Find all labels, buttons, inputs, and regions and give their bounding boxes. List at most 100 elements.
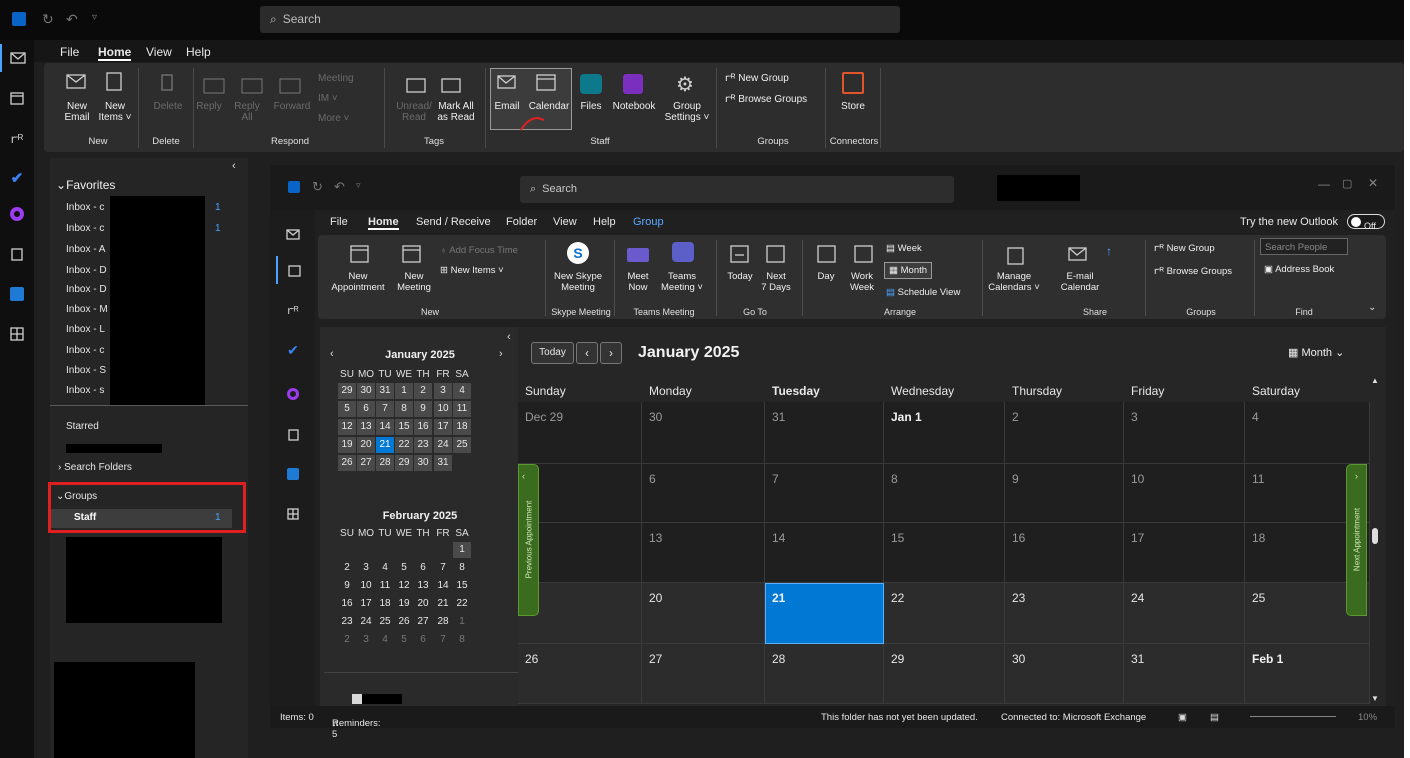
add-focus-time-button[interactable]: ♁ Add Focus Time bbox=[440, 245, 518, 256]
clipboard-icon[interactable] bbox=[276, 420, 310, 448]
folder-item[interactable]: Inbox - s bbox=[66, 385, 104, 396]
mini-cal-day[interactable]: 6 bbox=[414, 632, 432, 648]
mini-cal-day[interactable]: 22 bbox=[453, 596, 471, 612]
mini-cal-day[interactable]: 19 bbox=[338, 437, 356, 453]
mini-cal-day[interactable]: 29 bbox=[338, 383, 356, 399]
mail-icon[interactable] bbox=[276, 220, 310, 248]
normal-view-icon[interactable]: ▣ bbox=[1178, 712, 1187, 723]
folder-item[interactable]: Inbox - A bbox=[66, 244, 105, 255]
search-people-input[interactable]: Search People bbox=[1260, 238, 1348, 255]
delete-button[interactable]: Delete bbox=[148, 101, 188, 112]
forward-button[interactable]: Forward bbox=[270, 101, 314, 112]
mini-cal-day[interactable]: 12 bbox=[338, 419, 356, 435]
mini-cal-day[interactable]: 20 bbox=[414, 596, 432, 612]
sync-icon[interactable]: ↻ bbox=[42, 11, 54, 28]
reply-all-button[interactable]: Reply All bbox=[232, 101, 262, 123]
mini-cal-day[interactable]: 8 bbox=[453, 632, 471, 648]
mini-cal-day[interactable]: 6 bbox=[414, 560, 432, 576]
mini-cal-day[interactable]: 24 bbox=[434, 437, 452, 453]
copilot-icon[interactable] bbox=[276, 380, 310, 408]
month-button[interactable]: ▦ Month bbox=[884, 262, 933, 279]
people-icon[interactable]: ꭈᴿ bbox=[0, 124, 34, 152]
mini-cal-day[interactable]: 7 bbox=[434, 560, 452, 576]
mini-cal-day[interactable]: 22 bbox=[395, 437, 413, 453]
teams-app-icon[interactable] bbox=[276, 460, 310, 488]
mini-cal-day[interactable]: 23 bbox=[414, 437, 432, 453]
next-7-days-button[interactable]: Next 7 Days bbox=[758, 271, 794, 293]
mini-cal-day[interactable]: 30 bbox=[357, 383, 375, 399]
mini-cal-day[interactable]: 10 bbox=[357, 578, 375, 594]
mini-cal-day[interactable]: 18 bbox=[376, 596, 394, 612]
notebook-button[interactable]: Notebook bbox=[610, 101, 658, 112]
mini-cal-day[interactable]: 2 bbox=[414, 383, 432, 399]
manage-calendars-button[interactable]: Manage Calendars ˅ bbox=[988, 271, 1040, 293]
mini-cal-day[interactable]: 4 bbox=[453, 383, 471, 399]
address-book-button[interactable]: ▣ Address Book bbox=[1264, 264, 1334, 275]
reply-button[interactable]: Reply bbox=[194, 101, 224, 112]
mini-cal-day[interactable]: 1 bbox=[453, 614, 471, 630]
calendar-icon[interactable] bbox=[276, 256, 310, 284]
mini-cal-day[interactable]: 19 bbox=[395, 596, 413, 612]
scroll-thumb[interactable] bbox=[1372, 528, 1378, 544]
mini-cal-day[interactable]: 5 bbox=[395, 560, 413, 576]
clipboard-icon[interactable] bbox=[0, 240, 34, 268]
meet-now-button[interactable]: Meet Now bbox=[622, 271, 654, 293]
apps-icon[interactable] bbox=[0, 320, 34, 348]
mini-cal-day[interactable]: 15 bbox=[453, 578, 471, 594]
day-button[interactable]: Day bbox=[810, 271, 842, 282]
im-button[interactable]: IM ˅ bbox=[318, 93, 338, 104]
mini-cal-day[interactable]: 11 bbox=[453, 401, 471, 417]
menu-send-receive[interactable]: Send / Receive bbox=[416, 216, 491, 228]
mini-cal-day[interactable]: 18 bbox=[453, 419, 471, 435]
calendar-day-cell[interactable] bbox=[1245, 402, 1370, 464]
mini-cal-day[interactable]: 12 bbox=[395, 578, 413, 594]
folder-starred[interactable]: Starred bbox=[66, 421, 99, 432]
reading-view-icon[interactable]: ▤ bbox=[1210, 712, 1219, 723]
mini-cal-day[interactable]: 3 bbox=[357, 560, 375, 576]
todo-icon[interactable]: ✔ bbox=[276, 336, 310, 364]
mini-cal-day[interactable]: 8 bbox=[395, 401, 413, 417]
calendar-day-cell[interactable] bbox=[1005, 402, 1124, 464]
mini-cal-day[interactable]: 13 bbox=[357, 419, 375, 435]
maximize-icon[interactable]: ▢ bbox=[1342, 177, 1352, 190]
mini-cal-day[interactable]: 27 bbox=[357, 455, 375, 471]
files-button[interactable]: Files bbox=[576, 101, 606, 112]
mini-cal-day[interactable]: 31 bbox=[376, 383, 394, 399]
today-ribbon-button[interactable]: Today bbox=[722, 271, 758, 282]
week-button[interactable]: ▤ Week bbox=[886, 243, 922, 254]
mini-cal-day[interactable]: 17 bbox=[434, 419, 452, 435]
menu-group[interactable]: Group bbox=[633, 216, 664, 228]
mini-cal-day[interactable]: 30 bbox=[414, 455, 432, 471]
mini-cal-day[interactable]: 9 bbox=[338, 578, 356, 594]
new-email-button[interactable]: New Email bbox=[60, 101, 94, 123]
menu-view[interactable]: View bbox=[553, 216, 577, 228]
new-meeting-button[interactable]: New Meeting bbox=[394, 271, 434, 293]
undo-icon[interactable]: ↶ bbox=[66, 11, 78, 28]
folder-item[interactable]: Inbox - M bbox=[66, 304, 108, 315]
teams-meeting-button[interactable]: Teams Meeting ˅ bbox=[654, 271, 710, 293]
collapse-pane-icon[interactable]: ‹ bbox=[232, 160, 236, 172]
prev-month-button[interactable]: ‹ bbox=[576, 342, 598, 364]
calendar-day-cell[interactable] bbox=[765, 464, 884, 523]
mini-cal-day[interactable]: 14 bbox=[434, 578, 452, 594]
mini-cal-day[interactable]: 1 bbox=[395, 383, 413, 399]
minimize-icon[interactable]: — bbox=[1318, 177, 1330, 191]
store-button[interactable]: Store bbox=[834, 101, 872, 112]
zoom-slider[interactable] bbox=[1250, 716, 1336, 717]
work-week-button[interactable]: Work Week bbox=[846, 271, 878, 293]
calendar-scrollbar[interactable]: ▲ ▼ bbox=[1370, 376, 1380, 706]
mini-cal-day[interactable]: 9 bbox=[414, 401, 432, 417]
mini-cal-day[interactable]: 4 bbox=[376, 632, 394, 648]
folder-item[interactable]: Inbox - S bbox=[66, 365, 106, 376]
mini-cal-day[interactable]: 25 bbox=[376, 614, 394, 630]
mini-cal-day[interactable]: 21 bbox=[376, 437, 394, 453]
previous-appointment-tab[interactable]: ‹ Previous Appointment bbox=[518, 464, 539, 616]
mini-cal-day[interactable]: 3 bbox=[357, 632, 375, 648]
browse-groups-button[interactable]: ꭈᴿ Browse Groups bbox=[725, 94, 807, 105]
menu-view[interactable]: View bbox=[146, 45, 172, 59]
mini-cal-day[interactable]: 3 bbox=[434, 383, 452, 399]
scroll-down-icon[interactable]: ▼ bbox=[1371, 694, 1379, 703]
mini-cal-day[interactable]: 1 bbox=[453, 542, 471, 558]
menu-help[interactable]: Help bbox=[186, 45, 211, 59]
collapse-navigator-icon[interactable]: ‹ bbox=[507, 331, 511, 343]
